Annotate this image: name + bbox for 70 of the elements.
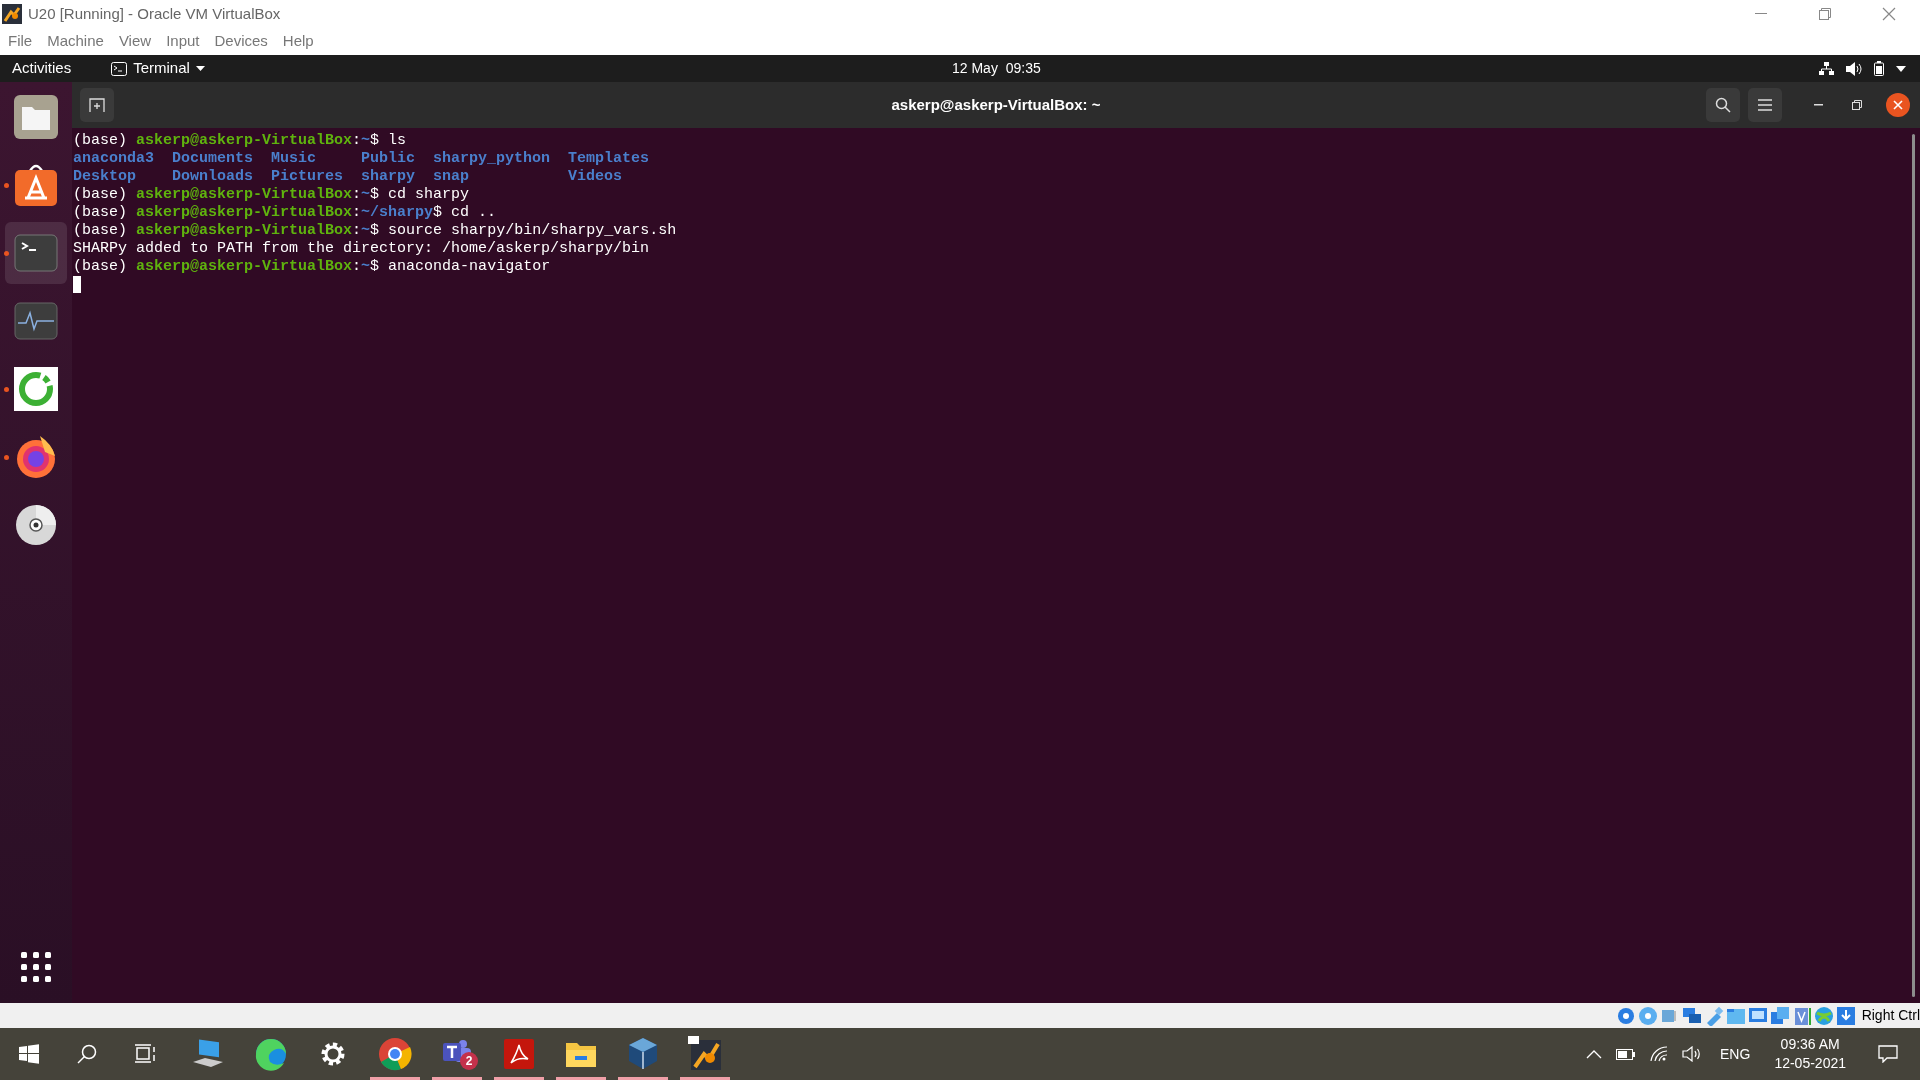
text-cursor bbox=[73, 276, 81, 293]
close-icon bbox=[1893, 100, 1903, 110]
terminal-line: (base) askerp@askerp-VirtualBox:~/sharpy$ cd .. bbox=[73, 204, 498, 222]
directory-name: Documents bbox=[172, 150, 254, 168]
terminal-line: (base) askerp@askerp-VirtualBox:~$ anaconda-navigator bbox=[73, 258, 552, 276]
terminal-title: askerp@askerp-VirtualBox: ~ bbox=[891, 94, 1101, 115]
caret-icon[interactable] bbox=[1896, 65, 1906, 72]
directory-name: Public bbox=[361, 150, 416, 168]
speech-bubble-icon bbox=[1878, 1045, 1898, 1063]
directory-name: Music bbox=[271, 150, 317, 168]
search-button[interactable] bbox=[1706, 88, 1740, 122]
caret-icon bbox=[195, 66, 205, 71]
scroll-bar[interactable] bbox=[1912, 134, 1915, 997]
hard-disk-icon[interactable] bbox=[1615, 1005, 1636, 1026]
ring-icon bbox=[12, 365, 60, 413]
directory-name: Templates bbox=[568, 150, 650, 168]
directory-name: sharpy_python bbox=[433, 150, 551, 168]
minimize-icon bbox=[1755, 13, 1767, 15]
host-key-label: Right Ctrl bbox=[1861, 1006, 1920, 1025]
chevron-up-icon[interactable] bbox=[1586, 1049, 1603, 1059]
restore-icon bbox=[1852, 100, 1862, 110]
new-tab-button[interactable] bbox=[80, 88, 114, 122]
search-icon bbox=[1715, 97, 1731, 113]
windows-logo-icon bbox=[19, 1044, 39, 1064]
windows-icon[interactable] bbox=[1769, 1005, 1790, 1026]
network-icon[interactable] bbox=[1819, 62, 1834, 75]
clock[interactable]: 09:36 AM 12-05-2021 bbox=[1768, 1035, 1852, 1073]
close-button[interactable] bbox=[1886, 93, 1910, 117]
directory-name: snap bbox=[433, 168, 470, 186]
menu-item[interactable]: Help bbox=[282, 30, 314, 53]
minimize-icon bbox=[1813, 104, 1823, 106]
menu-item[interactable]: Machine bbox=[47, 30, 104, 53]
menu-item[interactable]: View bbox=[118, 30, 152, 53]
terminal-line: (base) askerp@askerp-VirtualBox:~$ ls bbox=[73, 132, 408, 150]
battery-icon[interactable] bbox=[1616, 1048, 1637, 1060]
folder-icon bbox=[12, 93, 60, 141]
window-title: U20 [Running] - Oracle VM VirtualBox bbox=[28, 3, 281, 24]
download-icon[interactable] bbox=[1835, 1005, 1856, 1026]
directory-name: Downloads bbox=[172, 168, 254, 186]
directory-name: Desktop bbox=[73, 168, 136, 186]
menu-icon bbox=[1758, 99, 1772, 111]
restore-icon bbox=[1819, 8, 1831, 20]
battery-icon[interactable] bbox=[1874, 61, 1884, 76]
globe-icon[interactable] bbox=[1813, 1005, 1834, 1026]
directory-name: anaconda3 bbox=[73, 150, 154, 168]
app-menu[interactable]: Terminal bbox=[111, 55, 205, 82]
volume-icon[interactable] bbox=[1846, 61, 1862, 76]
terminal-line: (base) askerp@askerp-VirtualBox:~$ cd sharpy bbox=[73, 186, 471, 204]
activities-button[interactable]: Activities bbox=[0, 55, 84, 82]
wifi-icon[interactable] bbox=[1650, 1046, 1669, 1062]
search-icon bbox=[77, 1044, 97, 1064]
terminal-line: (base) askerp@askerp-VirtualBox:~$ source sharpy/bin/sharpy_vars.sh bbox=[73, 222, 678, 240]
directory-name: Videos bbox=[568, 168, 623, 186]
menu-item[interactable]: Devices bbox=[214, 30, 268, 53]
menu-button[interactable] bbox=[1748, 88, 1782, 122]
directory-name: Pictures bbox=[271, 168, 344, 186]
volume-icon[interactable] bbox=[1682, 1046, 1703, 1062]
app-logo-icon bbox=[2, 4, 22, 24]
app-grid-icon bbox=[21, 952, 51, 982]
task-view-icon bbox=[134, 1044, 156, 1064]
directory-name: sharpy bbox=[361, 168, 416, 186]
notification-badge: 2 bbox=[460, 1052, 478, 1070]
language-indicator[interactable]: ENG bbox=[1716, 1043, 1755, 1065]
close-icon bbox=[1882, 7, 1896, 21]
new-tab-icon bbox=[89, 98, 105, 112]
terminal-line: SHARPy added to PATH from the directory: /home/askerp/sharpy/bin bbox=[73, 240, 651, 258]
clock[interactable]: 12 May 09:35 bbox=[952, 55, 1041, 82]
menu-item[interactable]: Input bbox=[166, 30, 200, 53]
terminal-icon bbox=[111, 61, 128, 76]
menu-item[interactable]: File bbox=[8, 30, 33, 53]
